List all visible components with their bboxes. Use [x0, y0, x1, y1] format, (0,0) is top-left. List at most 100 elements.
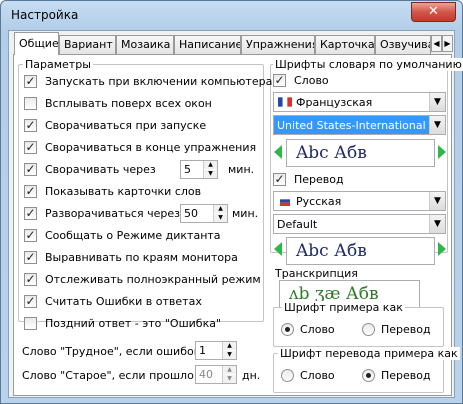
collapse-unit-label: мин.: [228, 163, 255, 176]
example-font-word-radio[interactable]: [281, 323, 294, 336]
expand-minutes-stepper[interactable]: 50 ▲ ▼: [180, 204, 228, 223]
params-option-checkbox[interactable]: ✓: [24, 163, 37, 176]
chevron-down-icon[interactable]: ▼: [429, 116, 445, 134]
radio-selected-dot: [285, 327, 290, 332]
chevron-down-icon[interactable]: ▼: [429, 215, 445, 233]
spin-down-icon[interactable]: ▼: [204, 170, 217, 178]
translation-language-value: Русская: [296, 195, 342, 208]
hard-spin-buttons: ▲ ▼: [222, 342, 236, 359]
old-word-unit: дн.: [242, 369, 261, 382]
params-option-label: Отслеживать полноэкранный режим: [45, 273, 261, 286]
transcription-label: Транскрипция: [275, 267, 358, 280]
france-flag-icon: [278, 97, 292, 107]
word-keyboard-layout-value: United States-International ...: [277, 119, 440, 132]
example-font-translation-label: Перевод: [381, 323, 431, 336]
translation-font-prev-arrow-icon[interactable]: [274, 242, 282, 256]
radio-selected-dot: [366, 373, 371, 378]
spin-up-icon[interactable]: ▲: [223, 366, 236, 374]
example-translation-translation-label: Перевод: [381, 369, 431, 382]
word-font-next-arrow-icon[interactable]: [438, 145, 446, 159]
tab-card[interactable]: Карточка: [315, 35, 375, 54]
collapse-minutes-stepper[interactable]: 5 ▲ ▼: [180, 160, 218, 179]
example-translation-font-legend: Шрифт перевода примера как: [278, 347, 460, 360]
spin-up-icon[interactable]: ▲: [204, 161, 217, 169]
word-language-select[interactable]: Французская ▼: [273, 92, 446, 112]
chevron-down-icon[interactable]: ▼: [429, 93, 445, 111]
params-option-label: Считать Ошибки в ответах: [45, 295, 202, 308]
translation-font-sample-text: Abc Абв: [296, 241, 367, 261]
old-spin-buttons: ▲ ▼: [222, 366, 236, 383]
close-button[interactable]: ✕: [411, 2, 456, 22]
spin-down-icon[interactable]: ▼: [223, 375, 236, 383]
translation-font-label: Перевод: [294, 173, 344, 186]
hard-word-value: 1: [199, 344, 206, 357]
word-font-label: Слово: [294, 74, 329, 87]
params-option-checkbox[interactable]: ✓: [24, 141, 37, 154]
general-tab-panel: Параметры 5 ▲ ▼ мин. 50 ▲ ▼ мин. Слово "…: [13, 54, 463, 396]
params-option-label: Сворачивать через: [45, 163, 156, 176]
russia-flag-icon: [280, 196, 290, 206]
title-bar[interactable]: Настройка ✕: [1, 1, 462, 29]
params-option-checkbox[interactable]: ✓: [24, 295, 37, 308]
word-font-sample[interactable]: Abc Абв: [286, 139, 435, 167]
word-language-value: Французская: [296, 96, 373, 109]
hard-word-label: Слово "Трудное", если ошибок >: [22, 345, 214, 358]
expand-spin-buttons: ▲ ▼: [213, 205, 227, 222]
spin-down-icon[interactable]: ▼: [223, 351, 236, 359]
tab-exercises[interactable]: Упражнения: [241, 35, 315, 54]
translation-keyboard-layout-value: Default: [277, 218, 318, 231]
window-title: Настройка: [11, 8, 79, 22]
params-option-checkbox[interactable]: ✓: [24, 273, 37, 286]
collapse-spin-buttons: ▲ ▼: [203, 161, 217, 178]
example-translation-word-radio[interactable]: [281, 369, 294, 382]
params-option-checkbox[interactable]: [24, 317, 37, 330]
word-font-prev-arrow-icon[interactable]: [274, 145, 282, 159]
example-font-word-label: Слово: [300, 323, 335, 336]
translation-language-select[interactable]: Русская ▼: [273, 191, 446, 211]
settings-window: Настройка ✕ Общие Вариант Мозаика Написа…: [0, 0, 463, 404]
params-option-checkbox[interactable]: [24, 97, 37, 110]
tab-writing[interactable]: Написание: [174, 35, 241, 54]
params-option-label: Запускать при включении компьютера: [45, 75, 273, 88]
params-option-checkbox[interactable]: ✓: [24, 229, 37, 242]
example-font-legend: Шрифт примера как: [282, 301, 405, 314]
word-font-checkbox[interactable]: ✓: [273, 74, 286, 87]
tab-voicing[interactable]: Озвучива: [375, 35, 431, 54]
params-option-checkbox[interactable]: ✓: [24, 75, 37, 88]
params-option-label: Поздний ответ - это "Ошибка": [45, 317, 222, 330]
tab-mosaic[interactable]: Мозаика: [116, 35, 174, 54]
params-option-label: Всплывать поверх всех окон: [45, 97, 212, 110]
params-option-checkbox[interactable]: ✓: [24, 207, 37, 220]
example-translation-translation-radio[interactable]: [362, 369, 375, 382]
collapse-minutes-value: 5: [184, 163, 191, 176]
client-area: Общие Вариант Мозаика Написание Упражнен…: [8, 30, 463, 398]
params-option-checkbox[interactable]: ✓: [24, 185, 37, 198]
word-keyboard-layout-select[interactable]: United States-International ... ▼: [273, 115, 446, 135]
translation-font-next-arrow-icon[interactable]: [438, 242, 446, 256]
params-option-label: Показывать карточки слов: [45, 185, 202, 198]
tab-scroll-left-icon[interactable]: ◀: [431, 35, 442, 52]
old-word-value: 40: [199, 368, 213, 381]
params-option-checkbox[interactable]: ✓: [24, 119, 37, 132]
translation-keyboard-layout-select[interactable]: Default ▼: [273, 214, 446, 234]
params-option-checkbox[interactable]: ✓: [24, 251, 37, 264]
chevron-down-icon[interactable]: ▼: [429, 192, 445, 210]
example-font-translation-radio[interactable]: [362, 323, 375, 336]
params-option-label: Выравнивать по краям монитора: [45, 251, 238, 264]
params-option-label: Сворачиваться при запуске: [45, 119, 207, 132]
hard-word-stepper[interactable]: 1 ▲ ▼: [195, 341, 237, 360]
translation-font-checkbox[interactable]: ✓: [273, 173, 286, 186]
tab-general[interactable]: Общие: [14, 32, 59, 55]
params-option-label: Сворачиваться в конце упражнения: [45, 141, 257, 154]
spin-up-icon[interactable]: ▲: [214, 205, 227, 213]
tab-variant[interactable]: Вариант: [59, 35, 116, 54]
params-option-label: Разворачиваться через: [45, 207, 180, 220]
tab-strip: Общие Вариант Мозаика Написание Упражнен…: [13, 31, 453, 55]
spin-down-icon[interactable]: ▼: [214, 214, 227, 222]
old-word-stepper[interactable]: 40 ▲ ▼: [195, 365, 237, 384]
params-option-label: Сообщать о Режиме диктанта: [45, 229, 221, 242]
tab-scroll-right-icon[interactable]: ▶: [442, 35, 453, 52]
translation-font-sample[interactable]: Abc Абв: [286, 237, 435, 265]
old-word-label: Слово "Старое", если прошло >: [22, 369, 207, 382]
spin-up-icon[interactable]: ▲: [223, 342, 236, 350]
